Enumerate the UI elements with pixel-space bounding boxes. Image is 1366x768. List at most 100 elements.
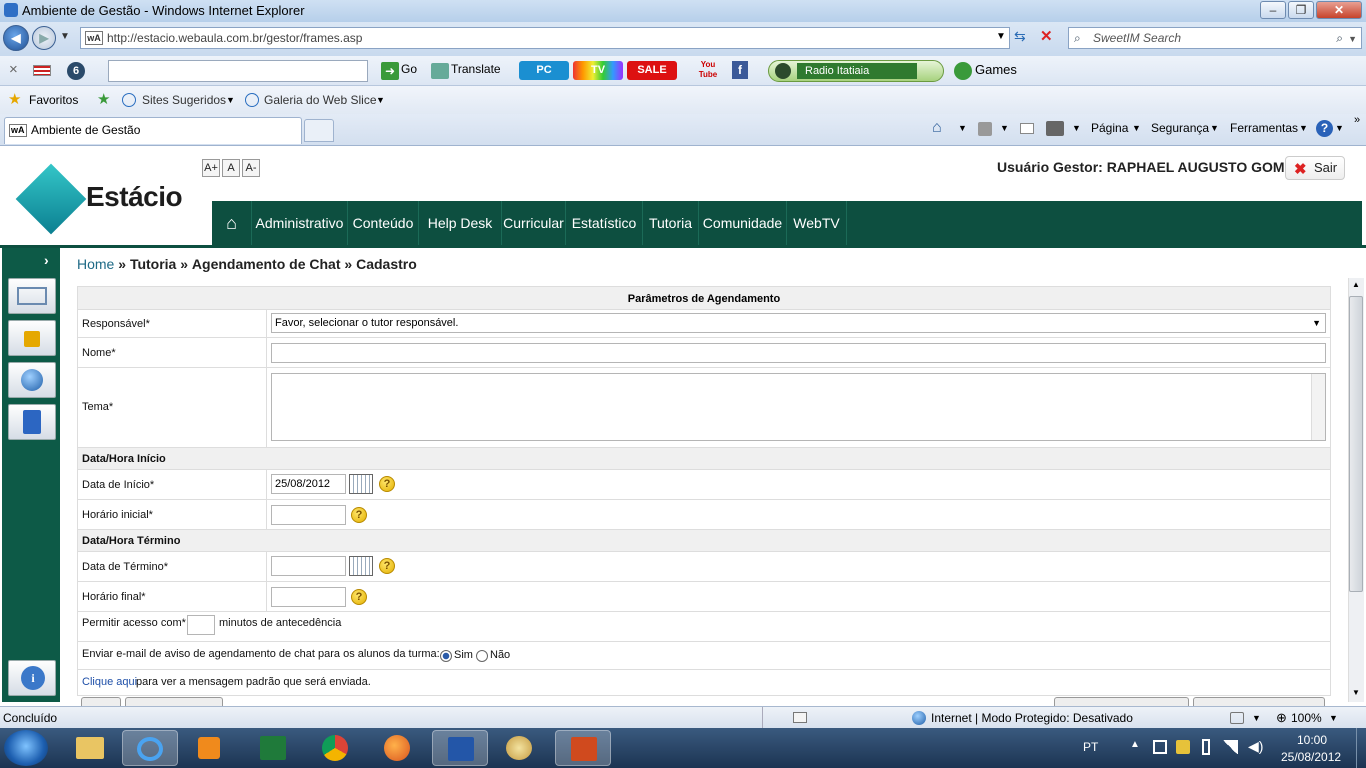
sale-button[interactable]: SALE (627, 61, 677, 80)
nav-webtv[interactable]: WebTV (787, 201, 847, 245)
forward-button[interactable]: ▶ (32, 26, 56, 50)
battery-icon[interactable] (1202, 739, 1210, 755)
start-button[interactable] (4, 730, 48, 766)
toolbar-search-input[interactable] (108, 60, 368, 82)
facebook-icon[interactable]: f (732, 61, 748, 79)
help-dropdown-icon[interactable]: ▼ (1335, 123, 1344, 133)
horario-final-input[interactable] (271, 587, 346, 607)
pc-button[interactable]: PC (519, 61, 569, 80)
close-window-button[interactable]: ✕ (1316, 1, 1362, 19)
form-button-4[interactable] (1193, 697, 1325, 706)
responsavel-select[interactable]: Favor, selecionar o tutor responsável. ▼ (271, 313, 1326, 333)
sweetim-icon[interactable]: 6 (67, 62, 85, 80)
history-dropdown-icon[interactable]: ▼ (60, 31, 70, 42)
powerpoint-taskbar-icon[interactable] (555, 730, 611, 766)
zoom-dropdown-icon[interactable]: ▼ (1329, 713, 1338, 723)
search-icon[interactable]: ⌕ (1336, 28, 1343, 48)
nav-conteudo[interactable]: Conteúdo (348, 201, 419, 245)
youtube-icon[interactable]: You Tube (697, 60, 719, 82)
nav-curricular[interactable]: Curricular (502, 201, 566, 245)
clock-time[interactable]: 10:00 (1297, 733, 1327, 747)
nav-administrativo[interactable]: Administrativo (252, 201, 348, 245)
compat-icon[interactable] (1230, 712, 1244, 724)
page-scrollbar-thumb[interactable] (1349, 296, 1363, 592)
form-button-1[interactable] (81, 697, 121, 706)
show-desktop-button[interactable] (1356, 728, 1366, 768)
sites-dropdown-icon[interactable]: ▼ (226, 95, 235, 105)
search-field[interactable]: ⌕ SweetIM Search ⌕ ▼ (1068, 27, 1362, 49)
refresh-icon[interactable]: ⇆ (1014, 28, 1026, 45)
excel-taskbar-icon[interactable] (245, 730, 301, 766)
print-dropdown-icon[interactable]: ▼ (1072, 123, 1081, 133)
ie-taskbar-icon[interactable] (122, 730, 178, 766)
page-menu[interactable]: Página (1091, 121, 1128, 135)
go-button[interactable]: Go (401, 62, 417, 76)
font-decrease-button[interactable]: A- (242, 159, 260, 177)
tab-ambiente-gestao[interactable]: wA Ambiente de Gestão (4, 117, 302, 144)
translate-button[interactable]: Translate (451, 62, 501, 76)
url-dropdown-icon[interactable]: ▼ (996, 31, 1006, 42)
nome-input[interactable] (271, 343, 1326, 363)
help-icon[interactable]: ? (1316, 120, 1333, 137)
volume-icon[interactable]: ◀) (1248, 738, 1263, 755)
help-tooltip-icon[interactable]: ? (379, 558, 395, 574)
firefox-taskbar-icon[interactable] (370, 730, 426, 766)
feeds-icon[interactable] (978, 122, 992, 136)
sidebar-info-icon[interactable]: i (8, 660, 56, 696)
new-tab-button[interactable] (304, 119, 334, 142)
minimize-button[interactable]: – (1260, 1, 1286, 19)
network-key-icon[interactable] (1176, 740, 1190, 754)
games-button[interactable]: Games (975, 62, 1017, 77)
sidebar-mail-icon[interactable] (8, 278, 56, 314)
url-field[interactable]: wA http://estacio.webaula.com.br/gestor/… (80, 27, 1010, 49)
radio-player[interactable]: Radio Itatiaia (768, 60, 944, 82)
sidebar-book-icon[interactable] (8, 404, 56, 440)
tray-expand-icon[interactable]: ▲ (1130, 739, 1140, 750)
sidebar-expand-chevron-icon[interactable]: › (44, 252, 49, 268)
calendar-icon[interactable] (349, 556, 373, 576)
nav-comunidade[interactable]: Comunidade (699, 201, 787, 245)
font-increase-button[interactable]: A+ (202, 159, 220, 177)
action-center-icon[interactable] (1153, 740, 1167, 754)
add-favorite-icon[interactable]: ★ (97, 90, 110, 108)
logout-button[interactable]: ✖ Sair (1285, 156, 1345, 180)
form-button-3[interactable] (1054, 697, 1189, 706)
calendar-icon[interactable] (349, 474, 373, 494)
security-zone-text[interactable]: Internet | Modo Protegido: Desativado (931, 711, 1133, 725)
help-tooltip-icon[interactable]: ? (351, 507, 367, 523)
clique-aqui-link[interactable]: Clique aqui (82, 676, 137, 688)
chrome-taskbar-icon[interactable] (308, 730, 364, 766)
radio-sim[interactable] (440, 650, 452, 662)
language-indicator[interactable]: PT (1083, 740, 1098, 754)
favorites-button[interactable]: Favoritos (29, 93, 78, 107)
mail-icon[interactable] (1020, 123, 1034, 134)
horario-inicial-input[interactable] (271, 505, 346, 525)
scroll-up-icon[interactable]: ▲ (1352, 280, 1360, 289)
radio-nao[interactable] (476, 650, 488, 662)
back-button[interactable]: ◀ (3, 25, 29, 51)
home-dropdown-icon[interactable]: ▼ (958, 123, 967, 133)
maximize-button[interactable]: ❐ (1288, 1, 1314, 19)
stop-icon[interactable]: ✕ (1040, 27, 1053, 45)
home-nav-icon[interactable]: ⌂ (212, 201, 252, 245)
help-tooltip-icon[interactable]: ? (379, 476, 395, 492)
home-icon[interactable]: ⌂ (932, 119, 942, 137)
word-taskbar-icon[interactable] (432, 730, 488, 766)
sidebar-globe-icon[interactable] (8, 362, 56, 398)
tema-scrollbar[interactable] (1311, 374, 1325, 440)
signal-icon[interactable] (1222, 740, 1238, 754)
sidebar-lock-icon[interactable] (8, 320, 56, 356)
help-tooltip-icon[interactable]: ? (351, 589, 367, 605)
tema-textarea[interactable] (271, 373, 1326, 441)
paint-taskbar-icon[interactable] (492, 730, 548, 766)
scroll-down-icon[interactable]: ▼ (1352, 688, 1360, 697)
chevron-more-icon[interactable]: » (1354, 114, 1360, 126)
sites-sugeridos-link[interactable]: Sites Sugeridos (142, 93, 226, 107)
zoom-level[interactable]: 100% (1291, 711, 1322, 725)
clock-date[interactable]: 25/08/2012 (1281, 750, 1341, 764)
font-normal-button[interactable]: A (222, 159, 240, 177)
go-arrow-icon[interactable]: ➜ (381, 62, 399, 80)
close-toolbar-icon[interactable]: × (9, 61, 18, 78)
media-taskbar-icon[interactable] (182, 730, 238, 766)
print-icon[interactable] (1046, 121, 1064, 136)
